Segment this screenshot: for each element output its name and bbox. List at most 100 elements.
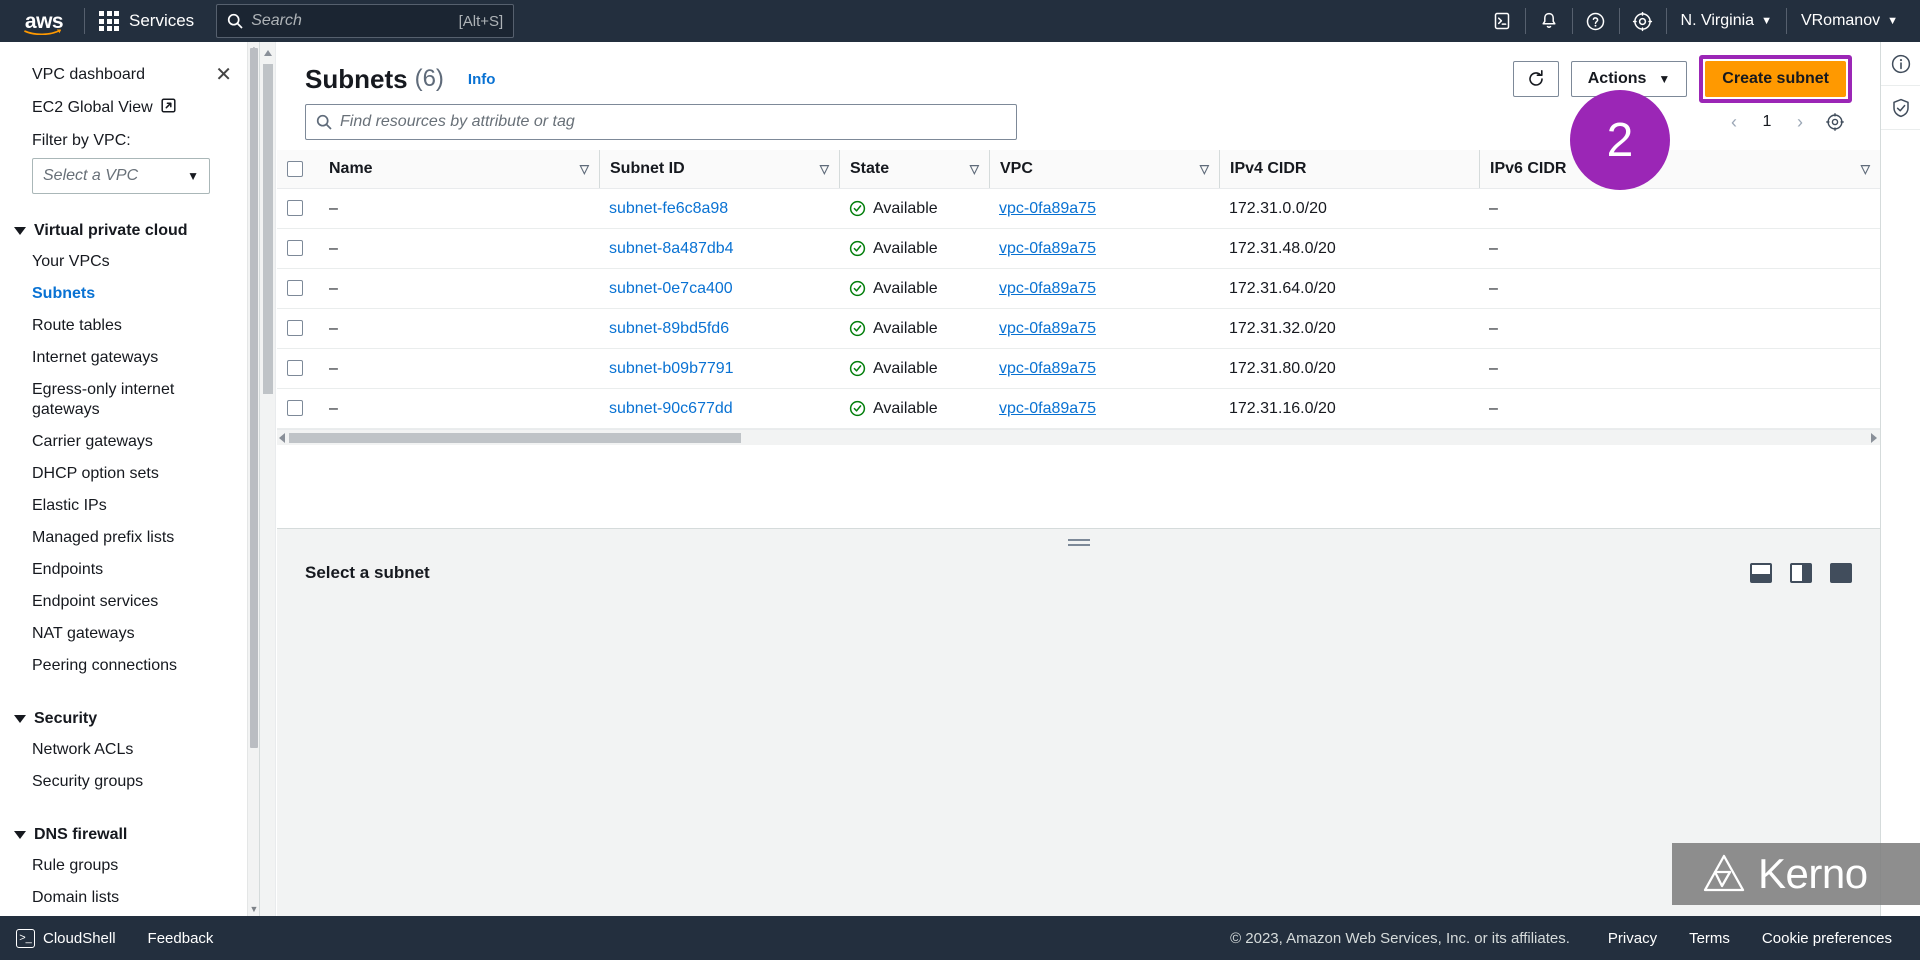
info-panel-button[interactable] xyxy=(1881,42,1920,86)
sidebar-item-endpoints[interactable]: Endpoints xyxy=(0,554,258,586)
column-header-vpc[interactable]: VPC▽ xyxy=(989,150,1219,189)
subnet-id-link[interactable]: subnet-90c677dd xyxy=(609,400,733,417)
aws-logo[interactable]: aws xyxy=(18,6,70,36)
scroll-down-arrow[interactable]: ▼ xyxy=(249,904,259,914)
scroll-right-arrow[interactable] xyxy=(1871,433,1877,443)
sidebar-item-dhcp-option-sets[interactable]: DHCP option sets xyxy=(0,458,258,490)
info-link[interactable]: Info xyxy=(468,71,496,88)
sort-icon[interactable]: ▽ xyxy=(970,162,979,176)
shield-panel-button[interactable] xyxy=(1881,86,1920,130)
settings-button[interactable] xyxy=(1620,0,1666,42)
column-header-ipv4-cidr[interactable]: IPv4 CIDR xyxy=(1219,150,1479,189)
feedback-button[interactable]: Feedback xyxy=(132,916,230,960)
row-checkbox[interactable] xyxy=(287,360,303,376)
column-header-subnet-id[interactable]: Subnet ID▽ xyxy=(599,150,839,189)
table-preferences-button[interactable] xyxy=(1818,106,1852,138)
sidebar-item-rule-groups[interactable]: Rule groups xyxy=(0,850,258,882)
sidebar-item-ec2-global-view[interactable]: EC2 Global View xyxy=(0,90,258,122)
terms-link[interactable]: Terms xyxy=(1673,930,1746,947)
sidebar-item-domain-lists[interactable]: Domain lists xyxy=(0,882,258,914)
region-selector[interactable]: N. Virginia ▼ xyxy=(1667,0,1786,42)
sidebar-scrollbar[interactable]: ▲ ▼ xyxy=(247,42,259,916)
content-scroll-thumb[interactable] xyxy=(263,64,273,394)
scroll-left-arrow[interactable] xyxy=(279,433,285,443)
subnet-id-link[interactable]: subnet-89bd5fd6 xyxy=(609,320,729,337)
select-all-checkbox[interactable] xyxy=(287,161,303,177)
sidebar-group-security[interactable]: Security xyxy=(0,704,258,734)
sidebar-item-your-vpcs[interactable]: Your VPCs xyxy=(0,246,258,278)
prev-page-button[interactable]: ‹ xyxy=(1720,106,1748,138)
row-checkbox[interactable] xyxy=(287,240,303,256)
table-row[interactable]: –subnet-0e7ca400Availablevpc-0fa89a75172… xyxy=(277,269,1880,309)
vpc-link[interactable]: vpc-0fa89a75 xyxy=(999,200,1096,217)
subnet-id-link[interactable]: subnet-8a487db4 xyxy=(609,240,734,257)
panel-full-icon[interactable] xyxy=(1830,563,1852,583)
split-panel-resizer[interactable] xyxy=(277,528,1880,550)
vpc-link[interactable]: vpc-0fa89a75 xyxy=(999,320,1096,337)
panel-bottom-icon[interactable] xyxy=(1750,563,1772,583)
sidebar-group-virtual-private-cloud[interactable]: Virtual private cloud xyxy=(0,216,258,246)
sort-icon[interactable]: ▽ xyxy=(1861,162,1870,176)
sidebar-item-internet-gateways[interactable]: Internet gateways xyxy=(0,342,258,374)
cell-state: Available xyxy=(839,229,989,269)
bell-icon xyxy=(1539,11,1559,31)
vpc-link[interactable]: vpc-0fa89a75 xyxy=(999,240,1096,257)
notifications-button[interactable] xyxy=(1526,0,1572,42)
next-page-button[interactable]: › xyxy=(1786,106,1814,138)
vpc-link[interactable]: vpc-0fa89a75 xyxy=(999,400,1096,417)
row-checkbox[interactable] xyxy=(287,200,303,216)
subnet-id-link[interactable]: subnet-fe6c8a98 xyxy=(609,200,728,217)
vpc-filter-select[interactable]: Select a VPC ▼ xyxy=(32,158,210,194)
table-horizontal-scrollbar[interactable] xyxy=(277,429,1880,445)
find-resources-input[interactable]: Find resources by attribute or tag xyxy=(305,104,1017,140)
table-row[interactable]: –subnet-fe6c8a98Availablevpc-0fa89a75172… xyxy=(277,189,1880,229)
row-checkbox[interactable] xyxy=(287,320,303,336)
global-search-input[interactable]: Search [Alt+S] xyxy=(216,4,514,38)
sidebar-item-managed-prefix-lists[interactable]: Managed prefix lists xyxy=(0,522,258,554)
services-menu-button[interactable]: Services xyxy=(99,11,194,31)
cloudshell-button[interactable] xyxy=(1479,0,1525,42)
sort-icon[interactable]: ▽ xyxy=(1200,162,1209,176)
column-header-name[interactable]: Name▽ xyxy=(319,150,599,189)
sidebar-item-elastic-ips[interactable]: Elastic IPs xyxy=(0,490,258,522)
sort-icon[interactable]: ▽ xyxy=(580,162,589,176)
sidebar-item-network-acls[interactable]: Network ACLs xyxy=(0,734,258,766)
close-icon[interactable]: ✕ xyxy=(209,63,238,87)
sidebar-scroll-thumb[interactable] xyxy=(250,48,258,748)
create-subnet-button[interactable]: Create subnet xyxy=(1705,61,1846,97)
subnet-id-link[interactable]: subnet-b09b7791 xyxy=(609,360,734,377)
vpc-link[interactable]: vpc-0fa89a75 xyxy=(999,280,1096,297)
sidebar-group-dns-firewall[interactable]: DNS firewall xyxy=(0,820,258,850)
help-button[interactable] xyxy=(1573,0,1619,42)
table-row[interactable]: –subnet-8a487db4Availablevpc-0fa89a75172… xyxy=(277,229,1880,269)
table-row[interactable]: –subnet-90c677ddAvailablevpc-0fa89a75172… xyxy=(277,389,1880,429)
panel-side-icon[interactable] xyxy=(1790,563,1812,583)
sidebar-item-vpc-dashboard[interactable]: VPC dashboard xyxy=(32,66,145,84)
vpc-link[interactable]: vpc-0fa89a75 xyxy=(999,360,1096,377)
account-menu[interactable]: VRomanov ▼ xyxy=(1787,0,1920,42)
privacy-link[interactable]: Privacy xyxy=(1592,930,1673,947)
sidebar-item-security-groups[interactable]: Security groups xyxy=(0,766,258,798)
sidebar-item-peering-connections[interactable]: Peering connections xyxy=(0,650,258,682)
sidebar-item-egress-only-internet-gateways[interactable]: Egress-only internet gateways xyxy=(0,374,258,426)
column-header-state[interactable]: State▽ xyxy=(839,150,989,189)
sidebar-item-carrier-gateways[interactable]: Carrier gateways xyxy=(0,426,258,458)
sidebar-item-nat-gateways[interactable]: NAT gateways xyxy=(0,618,258,650)
row-checkbox[interactable] xyxy=(287,280,303,296)
sort-icon[interactable]: ▽ xyxy=(820,162,829,176)
scroll-up-arrow[interactable] xyxy=(264,50,272,56)
cookie-preferences-link[interactable]: Cookie preferences xyxy=(1746,930,1908,947)
column-header-ipv6-cidr[interactable]: IPv6 CIDR▽ xyxy=(1479,150,1880,189)
horizontal-scroll-thumb[interactable] xyxy=(289,433,741,443)
page-number[interactable]: 1 xyxy=(1752,113,1782,131)
content-scrollbar[interactable] xyxy=(260,42,276,916)
row-checkbox[interactable] xyxy=(287,400,303,416)
subnet-id-link[interactable]: subnet-0e7ca400 xyxy=(609,280,733,297)
cloudshell-footer-button[interactable]: >_ CloudShell xyxy=(0,916,132,960)
sidebar-item-route-tables[interactable]: Route tables xyxy=(0,310,258,342)
table-row[interactable]: –subnet-b09b7791Availablevpc-0fa89a75172… xyxy=(277,349,1880,389)
sidebar-item-endpoint-services[interactable]: Endpoint services xyxy=(0,586,258,618)
table-row[interactable]: –subnet-89bd5fd6Availablevpc-0fa89a75172… xyxy=(277,309,1880,349)
sidebar-item-subnets[interactable]: Subnets xyxy=(0,278,258,310)
refresh-button[interactable] xyxy=(1513,61,1559,97)
